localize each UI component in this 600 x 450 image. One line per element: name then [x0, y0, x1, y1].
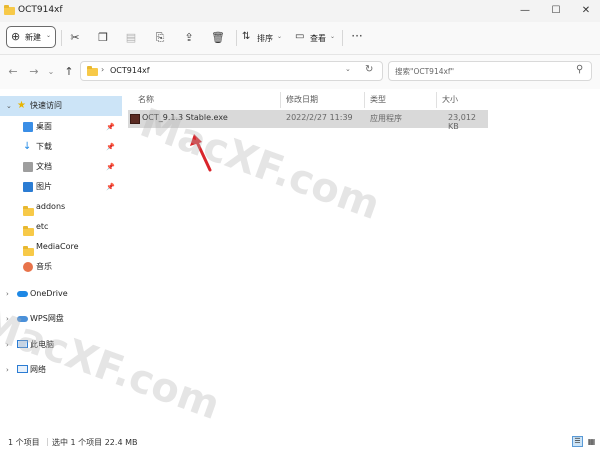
chevron-down-icon: ⌄: [330, 33, 336, 40]
plus-circle-icon: ⊕: [11, 30, 21, 43]
sort-button[interactable]: ⇅ 排序 ⌄: [242, 31, 284, 45]
view-button[interactable]: ▭ 查看 ⌄: [295, 31, 337, 45]
pin-icon[interactable]: 📌: [106, 177, 115, 197]
folder-icon: [23, 206, 34, 216]
folder-icon: [23, 246, 34, 256]
command-bar: ⊕ 新建 ⌄ ✂ ❐ ▤ ⎘ ⇪ 🗑 ⇅ 排序 ⌄ ▭ 查看 ⌄ ···: [0, 22, 600, 55]
copy-icon[interactable]: ❐: [96, 31, 110, 45]
column-header-type[interactable]: 类型: [370, 94, 386, 105]
column-header-size[interactable]: 大小: [442, 94, 458, 105]
sidebar-item-downloads[interactable]: ↓ 下载 📌: [0, 137, 122, 157]
new-button[interactable]: ⊕ 新建 ⌄: [6, 26, 56, 48]
document-icon: [23, 162, 33, 172]
address-box[interactable]: › OCT914xf ⌄ ↻: [80, 61, 383, 81]
download-icon: ↓: [23, 141, 32, 152]
folder-icon: [4, 5, 15, 15]
divider: [61, 30, 62, 46]
status-divider: |: [46, 437, 49, 446]
details-view-icon[interactable]: ☰: [572, 436, 583, 447]
view-label: 查看: [310, 34, 326, 43]
divider: [236, 30, 237, 46]
maximize-button[interactable]: ☐: [541, 0, 571, 22]
share-icon[interactable]: ⇪: [182, 31, 196, 45]
breadcrumb-separator: ›: [101, 65, 105, 74]
sidebar-item-quick-access[interactable]: ⌄ ★ 快速访问: [0, 96, 122, 116]
new-button-label: 新建: [25, 33, 41, 42]
refresh-icon[interactable]: ↻: [365, 64, 373, 75]
sidebar-item-desktop[interactable]: 桌面 📌: [0, 117, 122, 137]
sidebar-item-etc[interactable]: etc: [0, 217, 122, 237]
title-bar: OCT914xf — ☐ ✕: [0, 0, 600, 22]
picture-icon: [23, 182, 33, 192]
desktop-icon: [23, 122, 33, 132]
sidebar-item-music[interactable]: 音乐: [0, 257, 122, 277]
search-icon: ⚲: [576, 64, 584, 75]
sidebar-item-mediacore[interactable]: MediaCore: [0, 237, 122, 257]
breadcrumb-current[interactable]: OCT914xf: [110, 66, 150, 75]
column-header-date[interactable]: 修改日期: [286, 94, 318, 105]
sidebar-item-addons[interactable]: addons: [0, 197, 122, 217]
delete-icon[interactable]: 🗑: [211, 31, 225, 45]
column-divider[interactable]: [436, 92, 437, 108]
selection-info: 选中 1 个项目 22.4 MB: [52, 438, 138, 447]
expand-chevron-icon[interactable]: ›: [6, 284, 9, 304]
close-button[interactable]: ✕: [571, 0, 600, 22]
search-placeholder: 搜索"OCT914xf": [395, 67, 455, 76]
sort-label: 排序: [257, 34, 273, 43]
network-icon: [17, 365, 28, 373]
up-arrow-icon[interactable]: ↑: [62, 65, 76, 79]
sidebar-item-pictures[interactable]: 图片 📌: [0, 177, 122, 197]
sidebar-item-label: 下载: [36, 142, 52, 151]
window-title: OCT914xf: [18, 5, 63, 15]
back-arrow-icon[interactable]: ←: [6, 65, 20, 79]
sidebar-item-label: 桌面: [36, 122, 52, 131]
sidebar-item-label: 文档: [36, 162, 52, 171]
sidebar-item-label: 音乐: [36, 262, 52, 271]
sidebar-item-onedrive[interactable]: › OneDrive: [0, 284, 122, 304]
forward-arrow-icon[interactable]: →: [27, 65, 41, 79]
column-divider[interactable]: [364, 92, 365, 108]
status-bar: 1 个项目 | 选中 1 个项目 22.4 MB ☰ ▦: [0, 435, 600, 450]
minimize-button[interactable]: —: [510, 0, 540, 22]
tiles-view-icon[interactable]: ▦: [586, 436, 597, 447]
sidebar-item-documents[interactable]: 文档 📌: [0, 157, 122, 177]
sidebar-item-label: OneDrive: [30, 289, 68, 298]
cut-icon[interactable]: ✂: [68, 31, 82, 45]
folder-icon: [87, 66, 98, 76]
search-input[interactable]: 搜索"OCT914xf" ⚲: [388, 61, 592, 81]
folder-icon: [23, 226, 34, 236]
more-options-icon[interactable]: ···: [350, 29, 364, 43]
chevron-down-icon: ⌄: [46, 32, 52, 39]
paste-icon[interactable]: ▤: [124, 31, 138, 45]
music-icon: [23, 262, 33, 272]
cloud-icon: [17, 291, 28, 297]
rename-icon[interactable]: ⎘: [153, 31, 167, 45]
address-bar-row: ← → ⌄ ↑ › OCT914xf ⌄ ↻ 搜索"OCT914xf" ⚲: [0, 55, 600, 89]
history-dropdown-icon[interactable]: ⌄: [345, 65, 351, 73]
pin-icon[interactable]: 📌: [106, 157, 115, 177]
pin-icon[interactable]: 📌: [106, 137, 115, 157]
view-icon: ▭: [295, 31, 305, 42]
pin-icon[interactable]: 📌: [106, 117, 115, 137]
divider: [342, 30, 343, 46]
sort-icon: ⇅: [242, 31, 251, 42]
file-size: 23,012 KB: [448, 113, 476, 131]
sidebar-item-label: addons: [36, 202, 66, 211]
column-divider[interactable]: [280, 92, 281, 108]
recent-chevron-icon[interactable]: ⌄: [44, 65, 58, 79]
chevron-down-icon: ⌄: [277, 33, 283, 40]
sidebar-item-label: 快速访问: [30, 101, 62, 110]
star-icon: ★: [17, 100, 26, 111]
file-date: 2022/2/27 11:39: [286, 113, 353, 122]
expand-chevron-icon[interactable]: ›: [6, 360, 9, 380]
file-type: 应用程序: [370, 114, 402, 123]
sidebar-item-label: 图片: [36, 182, 52, 191]
sidebar-item-label: etc: [36, 222, 49, 231]
sidebar-item-label: MediaCore: [36, 242, 79, 251]
expand-chevron-icon[interactable]: ⌄: [6, 96, 12, 116]
app-icon: [130, 114, 140, 124]
item-count: 1 个项目: [8, 438, 40, 447]
